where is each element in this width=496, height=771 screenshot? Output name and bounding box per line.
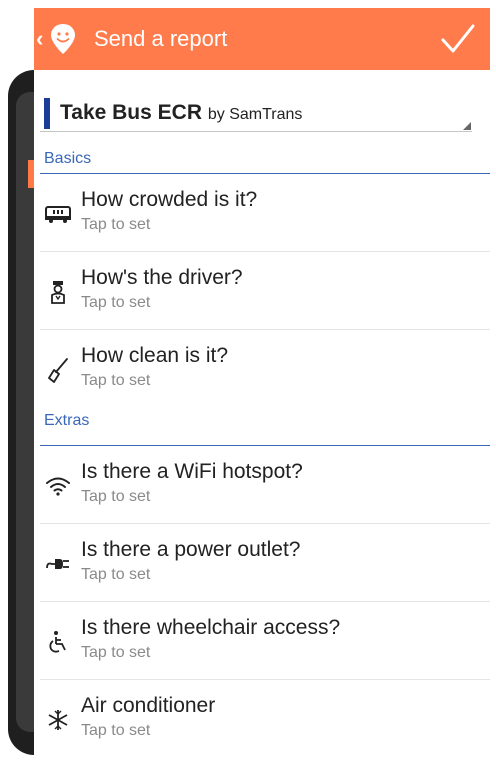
item-title: Is there a WiFi hotspot? <box>81 460 303 483</box>
wheelchair-icon <box>44 628 72 656</box>
list-item-aircon[interactable]: Air conditioner Tap to set <box>34 680 490 758</box>
item-title: How crowded is it? <box>81 188 258 211</box>
item-subtitle: Tap to set <box>81 294 151 311</box>
item-subtitle: Tap to set <box>81 644 151 661</box>
broom-icon <box>44 356 72 384</box>
appbar-title: Send a report <box>94 26 228 51</box>
app-logo-icon <box>51 24 75 54</box>
route-color-marker <box>44 98 50 129</box>
driver-icon <box>44 278 72 306</box>
list-item-power[interactable]: Is there a power outlet? Tap to set <box>34 524 490 602</box>
item-subtitle: Tap to set <box>81 566 151 583</box>
device-edge-inner <box>16 92 34 732</box>
route-agency: by SamTrans <box>207 106 303 123</box>
back-chevron-icon: ‹ <box>36 26 44 51</box>
item-title: Air conditioner <box>81 694 216 717</box>
item-title: How clean is it? <box>81 344 229 367</box>
section-header-extras: Extras <box>34 408 490 446</box>
list-item-wifi[interactable]: Is there a WiFi hotspot? Tap to set <box>34 446 490 524</box>
section-label: Basics <box>44 150 92 167</box>
item-subtitle: Tap to set <box>81 488 151 505</box>
route-selector[interactable]: Take Bus ECR by SamTrans <box>34 70 490 134</box>
snowflake-icon <box>44 706 72 734</box>
section-label: Extras <box>44 412 90 429</box>
list-item-driver[interactable]: How's the driver? Tap to set <box>34 252 490 330</box>
bus-crowd-icon <box>44 200 72 228</box>
route-name: Take Bus ECR <box>60 101 202 124</box>
dropdown-triangle-icon <box>463 122 471 130</box>
back-button[interactable]: ‹ <box>34 8 78 70</box>
section-header-basics: Basics <box>34 134 490 174</box>
device-frame <box>0 0 34 771</box>
item-subtitle: Tap to set <box>81 722 151 739</box>
item-title: Is there a power outlet? <box>81 538 301 561</box>
item-title: Is there wheelchair access? <box>81 616 341 639</box>
wifi-icon <box>44 472 72 500</box>
app-screen: ‹ Send a report Take Bus ECR by SamTrans… <box>34 8 490 771</box>
list-item-clean[interactable]: How clean is it? Tap to set <box>34 330 490 408</box>
item-title: How's the driver? <box>81 266 243 289</box>
list-item-crowded[interactable]: How crowded is it? Tap to set <box>34 174 490 252</box>
route-underline <box>40 131 472 132</box>
power-plug-icon <box>44 550 72 578</box>
list-item-wheelchair[interactable]: Is there wheelchair access? Tap to set <box>34 602 490 680</box>
item-subtitle: Tap to set <box>81 216 151 233</box>
confirm-check-icon[interactable] <box>440 22 476 56</box>
app-bar: ‹ Send a report <box>34 8 490 70</box>
item-subtitle: Tap to set <box>81 372 151 389</box>
